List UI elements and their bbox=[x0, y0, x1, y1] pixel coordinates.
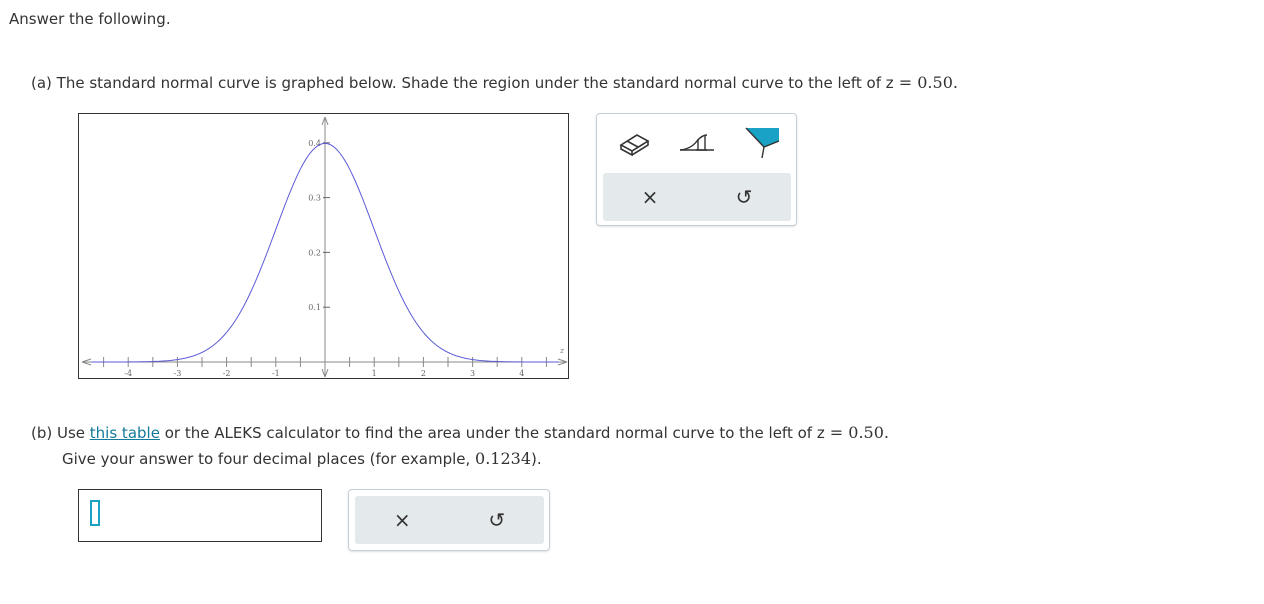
normal-curve-graph[interactable]: -4 -3 -2 -1 1 2 3 4 0.4 0.3 0.2 0.1 z bbox=[78, 113, 569, 379]
graph-action-bar: × ↺ bbox=[603, 173, 791, 221]
z-value: 0.50 bbox=[917, 73, 953, 92]
shade-between-icon[interactable] bbox=[677, 126, 717, 160]
input-cursor bbox=[90, 500, 100, 526]
part-a-question: (a) The standard normal curve is graphed… bbox=[31, 73, 958, 92]
x-tick-label: 2 bbox=[421, 369, 426, 378]
x-tick-label: -3 bbox=[174, 369, 182, 378]
x-tick-label: -4 bbox=[124, 369, 132, 378]
answer-action-bar: × ↺ bbox=[355, 496, 544, 544]
y-tick-label: 0.4 bbox=[308, 139, 321, 148]
z-value-b: 0.50 bbox=[848, 423, 884, 442]
x-tick-label: 1 bbox=[372, 369, 377, 378]
y-tick-label: 0.3 bbox=[308, 194, 321, 203]
answer-tool-panel: × ↺ bbox=[348, 489, 550, 551]
eraser-icon[interactable] bbox=[614, 126, 654, 160]
answer-input[interactable] bbox=[78, 489, 322, 542]
answer-clear-button[interactable]: × bbox=[355, 496, 450, 544]
z-axis-label: z bbox=[559, 347, 564, 355]
y-tick-label: 0.1 bbox=[308, 303, 321, 312]
x-tick-label: 4 bbox=[519, 369, 524, 378]
answer-undo-button[interactable]: ↺ bbox=[450, 496, 545, 544]
clear-button[interactable]: × bbox=[603, 173, 697, 221]
graph-tool-panel: × ↺ bbox=[596, 113, 797, 226]
example-value: 0.1234 bbox=[475, 449, 532, 468]
table-link[interactable]: this table bbox=[90, 424, 160, 442]
part-b-question: (b) Use this table or the ALEKS calculat… bbox=[31, 423, 889, 442]
y-tick-label: 0.2 bbox=[308, 248, 321, 257]
graph-canvas[interactable]: -4 -3 -2 -1 1 2 3 4 0.4 0.3 0.2 0.1 z bbox=[79, 114, 570, 380]
instruction-text: Answer the following. bbox=[9, 10, 171, 28]
x-tick-label: 3 bbox=[470, 369, 475, 378]
undo-button[interactable]: ↺ bbox=[697, 173, 791, 221]
x-tick-label: -2 bbox=[223, 369, 231, 378]
part-b-instruction: Give your answer to four decimal places … bbox=[62, 449, 542, 468]
shade-left-icon[interactable] bbox=[742, 126, 782, 160]
x-tick-label: -1 bbox=[272, 369, 280, 378]
